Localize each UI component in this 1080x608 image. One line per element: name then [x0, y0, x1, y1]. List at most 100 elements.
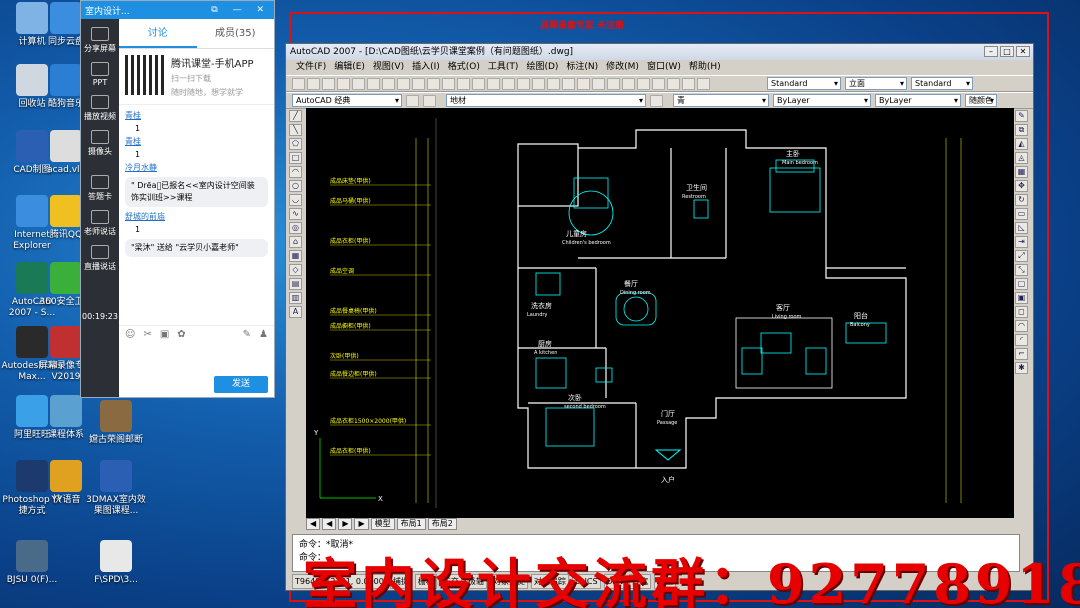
side-item[interactable]: PPT [81, 62, 119, 87]
side-item[interactable]: 答题卡 [81, 175, 119, 202]
image-icon[interactable]: ▣ [160, 329, 169, 340]
draw-tool-icon[interactable]: ◎ [289, 222, 302, 234]
toolbar-button-icon[interactable] [622, 77, 635, 90]
menu-item[interactable]: 格式(O) [448, 60, 480, 75]
toolbar-button-icon[interactable] [592, 77, 605, 90]
modify-tool-icon[interactable]: ◬ [1015, 152, 1028, 164]
toolbar-button-icon[interactable] [607, 77, 620, 90]
menu-item[interactable]: 编辑(E) [334, 60, 365, 75]
toolbar-button-icon[interactable] [487, 77, 500, 90]
draw-tool-icon[interactable]: ∿ [289, 208, 302, 220]
toolbar-button-icon[interactable] [697, 77, 710, 90]
layout-tab[interactable]: 模型 [370, 518, 395, 530]
modify-tool-icon[interactable]: ✥ [1015, 180, 1028, 192]
draw-tool-icon[interactable]: ○ [289, 180, 302, 192]
scissors-icon[interactable]: ✂ [143, 329, 151, 340]
toolbar-button-icon[interactable] [682, 77, 695, 90]
side-item[interactable]: 播放视频 [81, 95, 119, 122]
toolbar-button-icon[interactable] [307, 77, 320, 90]
menu-item[interactable]: 修改(M) [606, 60, 639, 75]
modify-tool-icon[interactable]: ⇥ [1015, 236, 1028, 248]
edit-icon[interactable]: ✎ [243, 329, 251, 340]
menu-item[interactable]: 标注(N) [566, 60, 598, 75]
user-icon[interactable]: ♟ [259, 329, 268, 340]
tab-discussion[interactable]: 讨论 [119, 19, 197, 48]
menu-item[interactable]: 视图(V) [373, 60, 404, 75]
toolbar-button-icon[interactable] [427, 77, 440, 90]
workspace-combo[interactable]: AutoCAD 经典 [292, 94, 402, 107]
draw-tool-icon[interactable]: ◠ [289, 166, 302, 178]
side-item[interactable]: 摄像头 [81, 130, 119, 157]
side-item[interactable]: 老师说话 [81, 210, 119, 237]
plotstyle-combo[interactable]: 随颜色 [965, 94, 997, 107]
modify-tool-icon[interactable]: ◺ [1015, 222, 1028, 234]
layout-tab[interactable]: 布局1 [396, 518, 426, 530]
chat-username[interactable]: 冷月水静 [125, 161, 268, 174]
modify-tool-icon[interactable]: ⤢ [1015, 250, 1028, 262]
toolbar-button-icon[interactable] [382, 77, 395, 90]
layout-tab[interactable]: 布局2 [427, 518, 457, 530]
toolbar-button-icon[interactable] [442, 77, 455, 90]
modify-tool-icon[interactable]: ▦ [1015, 166, 1028, 178]
modify-tool-icon[interactable]: ✎ [1015, 110, 1028, 122]
text-style-combo[interactable]: Standard [767, 77, 841, 90]
toolbar-button-icon[interactable] [652, 77, 665, 90]
desktop-icon[interactable]: 3DMAX室内效果图课程... [84, 460, 148, 517]
toolbar-button-icon[interactable] [667, 77, 680, 90]
lineweight-combo[interactable]: ByLayer [875, 94, 961, 107]
side-item[interactable]: 分享屏幕 [81, 27, 119, 54]
chat-username[interactable]: 舒城的前庙 [125, 210, 268, 223]
menu-item[interactable]: 文件(F) [296, 60, 326, 75]
linetype-combo[interactable]: ByLayer [773, 94, 871, 107]
draw-tool-icon[interactable]: ▤ [289, 278, 302, 290]
toolbar-button-icon[interactable] [637, 77, 650, 90]
menu-item[interactable]: 插入(I) [412, 60, 440, 75]
tab-nav-icon[interactable]: ▶ [338, 518, 353, 530]
toolbar-button-icon[interactable] [577, 77, 590, 90]
draw-tool-icon[interactable]: ◡ [289, 194, 302, 206]
menu-item[interactable]: 帮助(H) [689, 60, 721, 75]
toolbar-button-icon[interactable] [397, 77, 410, 90]
modify-tool-icon[interactable]: ⤡ [1015, 264, 1028, 276]
toolbar-button-icon[interactable] [352, 77, 365, 90]
side-item[interactable]: 直播说话 [81, 245, 119, 272]
chat-username[interactable]: 青桂 [125, 135, 268, 148]
chat-username[interactable]: 青桂 [125, 109, 268, 122]
table-style-combo[interactable]: Standard [911, 77, 973, 90]
draw-tool-icon[interactable]: ◇ [289, 264, 302, 276]
close-button[interactable]: ✕ [1016, 46, 1030, 57]
toolbar-button-icon[interactable] [532, 77, 545, 90]
tab-nav-icon[interactable]: ◀ [322, 518, 337, 530]
modify-tool-icon[interactable]: ▢ [1015, 278, 1028, 290]
menu-item[interactable]: 窗口(W) [647, 60, 681, 75]
modify-tool-icon[interactable]: ◻ [1015, 306, 1028, 318]
color-combo[interactable]: 青 [673, 94, 769, 107]
toolbar-button-icon[interactable] [412, 77, 425, 90]
draw-tool-icon[interactable]: ⌂ [289, 236, 302, 248]
window-controls[interactable]: ⧉ — ✕ [211, 5, 270, 15]
toolbar-button-icon[interactable] [292, 77, 305, 90]
flower-icon[interactable]: ✿ [177, 329, 185, 340]
workspace-settings-icon[interactable] [406, 94, 419, 107]
modify-tool-icon[interactable]: ◠ [1015, 320, 1028, 332]
draw-tool-icon[interactable]: □ [289, 152, 302, 164]
toolbar-button-icon[interactable] [547, 77, 560, 90]
layer-combo[interactable]: 地材 [446, 94, 646, 107]
draw-tool-icon[interactable]: ╱ [289, 110, 302, 122]
modify-tool-icon[interactable]: ⧉ [1015, 124, 1028, 136]
tab-members[interactable]: 成员(35) [197, 19, 275, 48]
emoji-icon[interactable]: ☺ [125, 329, 135, 340]
modify-tool-icon[interactable]: ⌐ [1015, 348, 1028, 360]
modify-tool-icon[interactable]: ↻ [1015, 194, 1028, 206]
desktop-icon[interactable]: 嫦古荣阁邮断 [84, 400, 148, 446]
modify-tool-icon[interactable]: ▣ [1015, 292, 1028, 304]
make-current-icon[interactable] [650, 94, 663, 107]
layer-manager-icon[interactable] [423, 94, 436, 107]
draw-tool-icon[interactable]: ▥ [289, 292, 302, 304]
dim-style-combo[interactable]: 立面 [845, 77, 907, 90]
tab-nav-icon[interactable]: ▶ [354, 518, 369, 530]
toolbar-button-icon[interactable] [322, 77, 335, 90]
desktop-icon[interactable]: F\SPD\3... [84, 540, 148, 586]
desktop-icon[interactable]: BJSU 0(F)... [0, 540, 64, 586]
menu-item[interactable]: 工具(T) [488, 60, 519, 75]
